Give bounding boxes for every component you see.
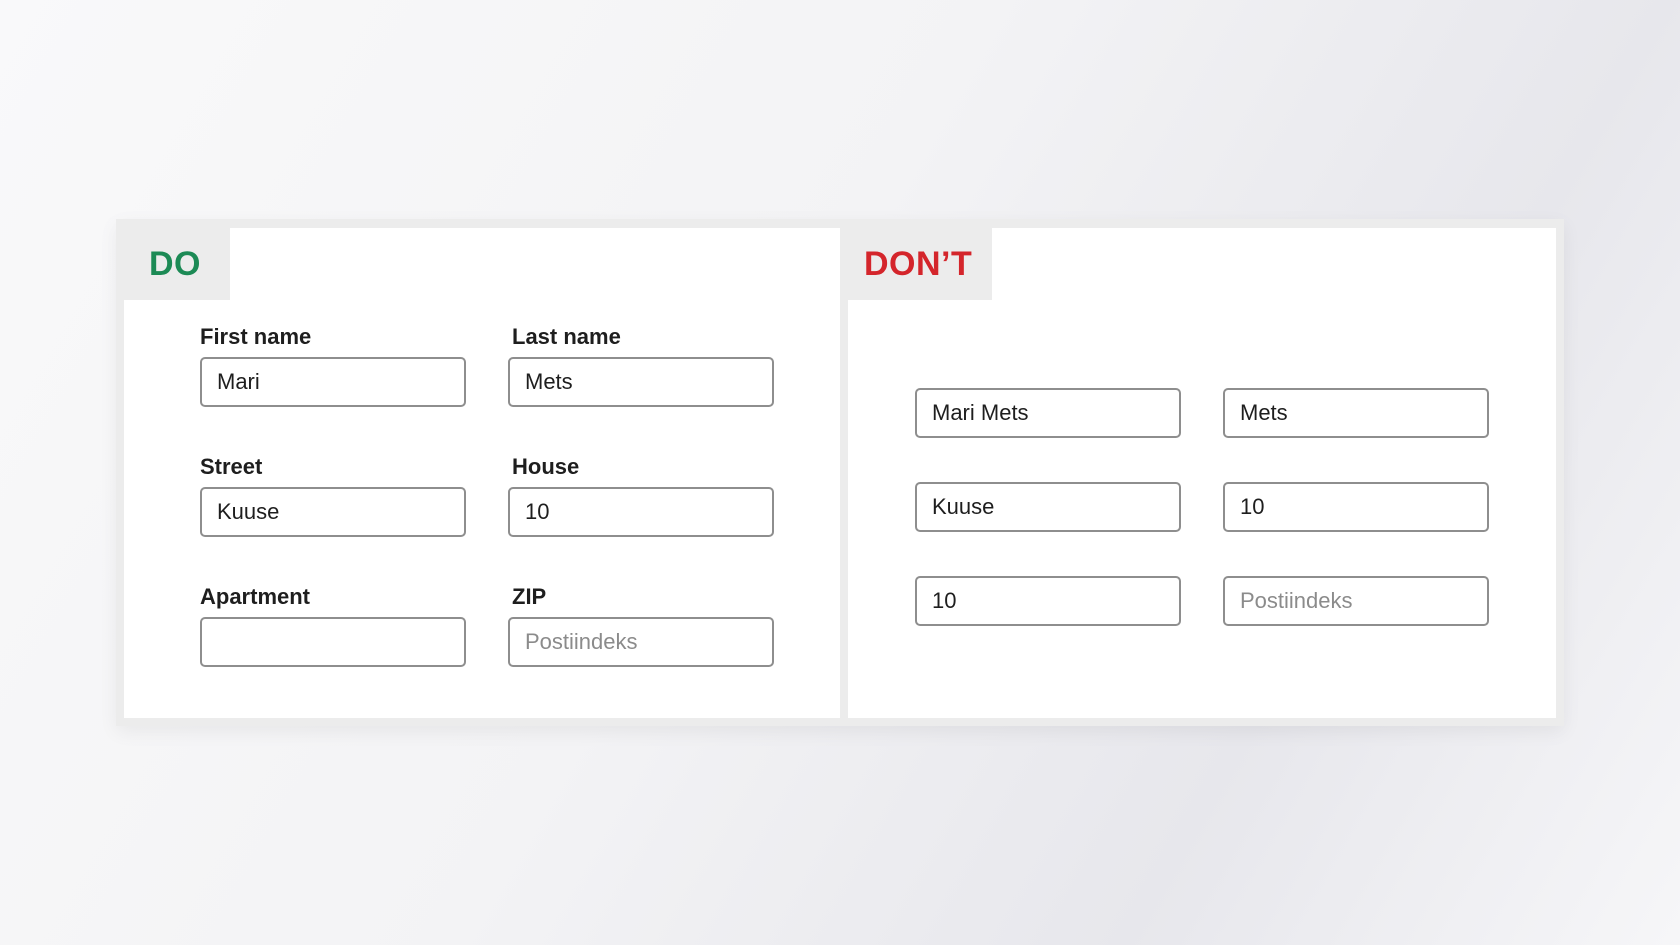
zip-input-unlabeled[interactable] xyxy=(1223,576,1489,626)
street-label: Street xyxy=(200,454,263,479)
apartment-input-unlabeled[interactable] xyxy=(915,576,1181,626)
street-input-unlabeled[interactable] xyxy=(915,482,1181,532)
house-input[interactable] xyxy=(508,487,774,537)
dont-panel: DON’T xyxy=(848,228,1556,718)
house-input-unlabeled[interactable] xyxy=(1223,482,1489,532)
zip-label: ZIP xyxy=(512,584,547,609)
do-badge: DO xyxy=(124,228,230,300)
first-name-label: First name xyxy=(200,324,312,349)
apartment-input[interactable] xyxy=(200,617,466,667)
last-name-input-unlabeled[interactable] xyxy=(1223,388,1489,438)
dont-badge: DON’T xyxy=(848,228,992,300)
street-input[interactable] xyxy=(200,487,466,537)
house-label: House xyxy=(512,454,580,479)
last-name-label: Last name xyxy=(512,324,621,349)
do-panel: DO First name Last name Street House Apa… xyxy=(124,228,840,718)
zip-input[interactable] xyxy=(508,617,774,667)
slide-canvas: DO First name Last name Street House Apa… xyxy=(0,0,1680,945)
comparison-board: DO First name Last name Street House Apa… xyxy=(116,219,1564,726)
last-name-input[interactable] xyxy=(508,357,774,407)
full-name-input[interactable] xyxy=(915,388,1181,438)
first-name-input[interactable] xyxy=(200,357,466,407)
apartment-label: Apartment xyxy=(200,584,311,609)
